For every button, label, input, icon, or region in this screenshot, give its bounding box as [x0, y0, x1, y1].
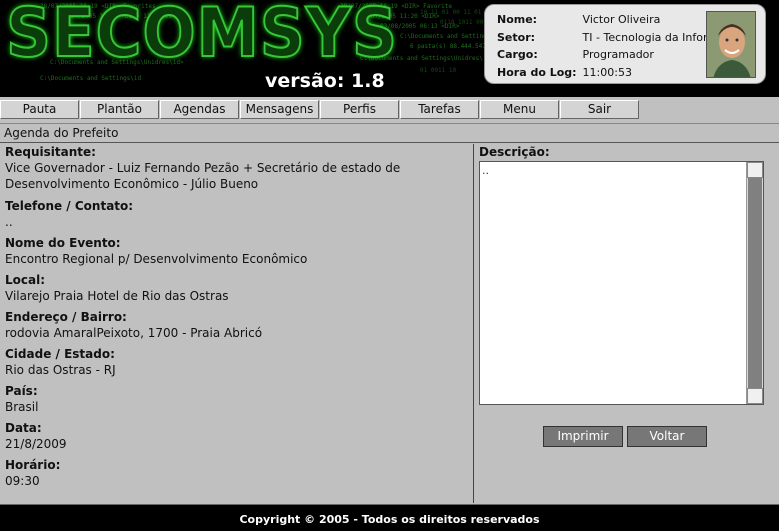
cidade-value: Rio das Ostras - RJ	[5, 363, 116, 377]
scroll-up-icon[interactable]	[747, 162, 763, 178]
pais-value: Brasil	[5, 400, 39, 414]
svg-text:C:\Documents and Settings\id: C:\Documents and Settings\id	[40, 75, 142, 82]
requisitante-value-line2: Desenvolvimento Econômico - Júlio Bueno	[5, 177, 259, 191]
cidade-field: Cidade / Estado: Rio das Ostras - RJ	[5, 346, 116, 378]
cidade-label: Cidade / Estado:	[5, 347, 115, 361]
horario-value: 09:30	[5, 474, 40, 488]
local-value: Vilarejo Praia Hotel de Rio das Ostras	[5, 289, 229, 303]
page-title-bar: Agenda do Prefeito	[0, 123, 779, 143]
description-panel: Descrição: .. Imprimir Voltar	[475, 144, 779, 503]
avatar	[706, 11, 756, 78]
menu-item-tarefas[interactable]: Tarefas	[400, 100, 479, 119]
app-header: 28/07/2005 16:19 <DIR> Favorites 30/07/2…	[0, 0, 779, 97]
event-details: Requisitante: Vice Governador - Luiz Fer…	[0, 144, 474, 503]
requisitante-value-line1: Vice Governador - Luiz Fernando Pezão + …	[5, 161, 401, 175]
scrollbar-thumb[interactable]	[748, 178, 762, 388]
menu-item-menu[interactable]: Menu	[480, 100, 559, 119]
app-logo: SECOMSYS	[5, 0, 398, 74]
data-value: 21/8/2009	[5, 437, 67, 451]
description-textarea[interactable]: ..	[479, 161, 764, 405]
endereco-field: Endereço / Bairro: rodovia AmaralPeixoto…	[5, 309, 262, 341]
page-title: Agenda do Prefeito	[4, 126, 119, 140]
user-role-label: Cargo:	[497, 48, 538, 62]
menu-item-sair[interactable]: Sair	[560, 100, 639, 119]
horario-label: Horário:	[5, 458, 61, 472]
horario-field: Horário: 09:30	[5, 457, 60, 489]
svg-text:10 11 01 00 11 01: 10 11 01 00 11 01	[420, 9, 482, 16]
data-field: Data: 21/8/2009	[5, 420, 67, 452]
back-button[interactable]: Voltar	[627, 426, 707, 447]
pais-label: País:	[5, 384, 38, 398]
endereco-label: Endereço / Bairro:	[5, 310, 127, 324]
local-field: Local: Vilarejo Praia Hotel de Rio das O…	[5, 272, 229, 304]
menu-item-agendas[interactable]: Agendas	[160, 100, 239, 119]
description-scrollbar[interactable]	[746, 162, 763, 404]
telefone-label: Telefone / Contato:	[5, 199, 134, 213]
user-name-label: Nome:	[497, 13, 538, 27]
evento-label: Nome do Evento:	[5, 236, 121, 250]
menu-item-perfis[interactable]: Perfis	[320, 100, 399, 119]
menu-item-mensagens[interactable]: Mensagens	[240, 100, 319, 119]
endereco-value: rodovia AmaralPeixoto, 1700 - Praia Abri…	[5, 326, 263, 340]
svg-text:01 0011 10: 01 0011 10	[420, 67, 457, 74]
app-footer: Copyright © 2005 - Todos os direitos res…	[0, 504, 779, 531]
telefone-field: Telefone / Contato: ..	[5, 198, 133, 230]
requisitante-label: Requisitante:	[5, 145, 96, 159]
evento-field: Nome do Evento: Encontro Regional p/ Des…	[5, 235, 307, 267]
copyright-text: Copyright © 2005 - Todos os direitos res…	[239, 513, 540, 526]
requisitante-field: Requisitante: Vice Governador - Luiz Fer…	[5, 144, 400, 192]
telefone-value: ..	[5, 215, 13, 229]
evento-value: Encontro Regional p/ Desenvolvimento Eco…	[5, 252, 308, 266]
main-menu: Pauta Plantão Agendas Mensagens Perfis T…	[0, 97, 779, 121]
menu-item-pauta[interactable]: Pauta	[0, 100, 79, 119]
svg-text:6 pasta(s) 88.444.547: 6 pasta(s) 88.444.547	[410, 43, 486, 50]
print-button[interactable]: Imprimir	[543, 426, 623, 447]
user-info-panel: Nome: Victor Oliveira Setor: TI - Tecnol…	[484, 4, 766, 84]
description-label: Descrição:	[479, 145, 550, 159]
data-label: Data:	[5, 421, 42, 435]
log-time-label: Hora do Log:	[497, 65, 577, 79]
scroll-down-icon[interactable]	[747, 388, 763, 404]
version-label: versão: 1.8	[265, 70, 385, 92]
user-sector-label: Setor:	[497, 30, 536, 44]
description-text: ..	[482, 164, 489, 177]
menu-item-plantao[interactable]: Plantão	[80, 100, 159, 119]
local-label: Local:	[5, 273, 46, 287]
pais-field: País: Brasil	[5, 383, 38, 415]
